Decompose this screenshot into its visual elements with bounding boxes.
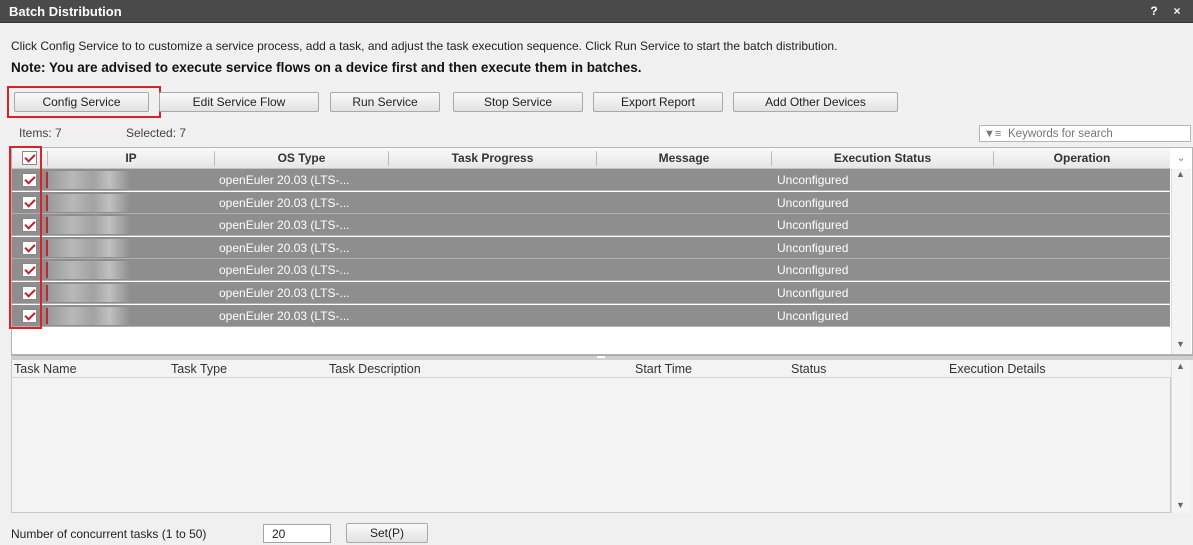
column-execution-status[interactable]: Execution Status [772, 151, 993, 165]
ip-redacted [48, 284, 130, 302]
config-service-button[interactable]: Config Service [14, 92, 149, 112]
splitter-grip-icon [597, 356, 605, 358]
execution-status-cell: Unconfigured [777, 263, 849, 278]
title-bar: Batch Distribution ? × [0, 0, 1193, 23]
run-service-button[interactable]: Run Service [330, 92, 440, 112]
column-task-type[interactable]: Task Type [171, 362, 227, 376]
column-task-progress[interactable]: Task Progress [389, 151, 596, 165]
table-row[interactable]: openEuler 20.03 (LTS-... Unconfigured [12, 259, 1170, 282]
table-row[interactable]: openEuler 20.03 (LTS-... Unconfigured [12, 282, 1170, 304]
execution-status-cell: Unconfigured [777, 286, 849, 300]
stop-service-button[interactable]: Stop Service [453, 92, 583, 112]
table-row[interactable]: openEuler 20.03 (LTS-... Unconfigured [12, 304, 1170, 327]
os-type-cell: openEuler 20.03 (LTS-... [219, 195, 350, 210]
checkbox-column-highlight [9, 146, 42, 329]
table-row[interactable]: openEuler 20.03 (LTS-... Unconfigured [12, 169, 1170, 191]
ip-redacted [48, 238, 130, 257]
export-report-button[interactable]: Export Report [593, 92, 723, 112]
window-title: Batch Distribution [9, 4, 122, 19]
os-type-cell: openEuler 20.03 (LTS-... [219, 263, 350, 278]
selected-count: Selected: 7 [126, 126, 187, 140]
ip-redacted [48, 171, 130, 189]
column-start-time[interactable]: Start Time [635, 362, 692, 376]
os-type-cell: openEuler 20.03 (LTS-... [219, 218, 350, 233]
column-task-name[interactable]: Task Name [14, 362, 77, 376]
ip-redacted [48, 216, 130, 235]
column-settings-icon[interactable]: ⌄ [1170, 148, 1192, 169]
column-ip[interactable]: IP [48, 151, 214, 165]
os-type-cell: openEuler 20.03 (LTS-... [219, 308, 350, 323]
execution-status-cell: Unconfigured [777, 195, 849, 210]
ip-redacted [48, 193, 130, 212]
column-message[interactable]: Message [597, 151, 771, 165]
device-table-header: IP OS Type Task Progress Message Executi… [12, 148, 1170, 169]
column-execution-details[interactable]: Execution Details [949, 362, 1046, 376]
ip-redacted [48, 306, 130, 325]
items-count: Items: 7 [19, 126, 62, 140]
set-button[interactable]: Set(P) [346, 523, 428, 543]
note-text: Note: You are advised to execute service… [11, 60, 642, 75]
execution-status-cell: Unconfigured [777, 240, 849, 255]
column-operation[interactable]: Operation [994, 151, 1170, 165]
close-icon[interactable]: × [1168, 4, 1186, 19]
ip-redacted [48, 261, 130, 280]
table-row[interactable]: openEuler 20.03 (LTS-... Unconfigured [12, 214, 1170, 237]
scroll-down-icon[interactable]: ▼ [1176, 500, 1185, 510]
os-type-cell: openEuler 20.03 (LTS-... [219, 173, 350, 187]
scroll-up-icon[interactable]: ▲ [1176, 169, 1185, 179]
scroll-up-icon[interactable]: ▲ [1176, 361, 1185, 371]
execution-status-cell: Unconfigured [777, 308, 849, 323]
column-os-type[interactable]: OS Type [215, 151, 388, 165]
scroll-down-icon[interactable]: ▼ [1176, 339, 1185, 349]
description-text: Click Config Service to to customize a s… [11, 39, 838, 53]
column-task-description[interactable]: Task Description [329, 362, 421, 376]
search-input[interactable] [1008, 126, 1188, 141]
task-table-header: Task Name Task Type Task Description Sta… [12, 360, 1172, 378]
concurrent-tasks-label: Number of concurrent tasks (1 to 50) [11, 527, 207, 541]
table-row[interactable]: openEuler 20.03 (LTS-... Unconfigured [12, 236, 1170, 259]
edit-service-flow-button[interactable]: Edit Service Flow [159, 92, 319, 112]
device-table-scrollbar[interactable]: ▲ ▼ [1171, 169, 1191, 354]
search-box[interactable]: ▼≡ [979, 125, 1191, 142]
execution-status-cell: Unconfigured [777, 173, 849, 187]
execution-status-cell: Unconfigured [777, 218, 849, 233]
os-type-cell: openEuler 20.03 (LTS-... [219, 240, 350, 255]
column-status[interactable]: Status [791, 362, 826, 376]
device-table: IP OS Type Task Progress Message Executi… [11, 147, 1193, 355]
task-table-scrollbar[interactable]: ▲ ▼ [1171, 361, 1191, 513]
table-row[interactable]: openEuler 20.03 (LTS-... Unconfigured [12, 191, 1170, 214]
os-type-cell: openEuler 20.03 (LTS-... [219, 286, 350, 300]
task-table: Task Name Task Type Task Description Sta… [11, 360, 1172, 513]
add-other-devices-button[interactable]: Add Other Devices [733, 92, 898, 112]
help-icon[interactable]: ? [1145, 4, 1163, 19]
concurrent-tasks-input[interactable] [263, 524, 331, 543]
filter-icon: ▼≡ [984, 128, 1002, 140]
